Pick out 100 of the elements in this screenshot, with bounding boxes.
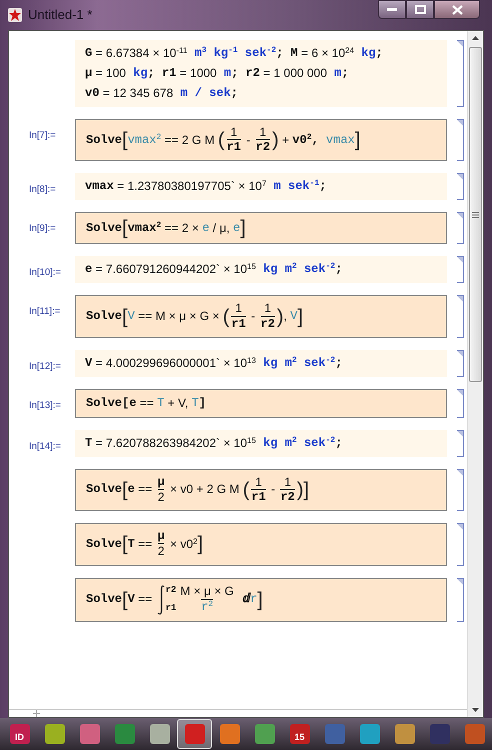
plus-icon[interactable]: [33, 710, 40, 717]
operator-text: =: [300, 46, 310, 61]
code-cell[interactable]: T = 7.620788263984202` × 10$^{15}$ kg m$^{2}$ sek$^{-2}$;: [75, 430, 447, 457]
cell-bracket[interactable]: [457, 430, 464, 457]
input-cell[interactable]: Solve[vmax$^{2}$ == 2 × e / μ, e]: [75, 212, 447, 244]
code-cell[interactable]: V = 4.000299696000001` × 10$^{13}$ kg m$^{2}$ sek$^{-2}$;: [75, 350, 447, 377]
operator-text: =: [94, 356, 104, 371]
bracket-text: (: [218, 131, 225, 150]
taskbar-app-button[interactable]: [177, 719, 212, 749]
cell-bracket[interactable]: [457, 295, 464, 338]
minimize-button[interactable]: [378, 0, 406, 19]
code-text: μ: [157, 530, 165, 544]
operator-text: M × μ × G: [180, 585, 234, 598]
number-text: 6.67384: [106, 46, 150, 61]
code-text: e: [85, 262, 92, 278]
operator-text: =: [94, 66, 104, 81]
code-text: vmax: [85, 179, 114, 194]
code-text: G: [85, 46, 92, 61]
operator-text: × v0 + 2 G M: [169, 482, 240, 498]
bracket-text: ]: [257, 590, 263, 608]
code-text: r1: [231, 318, 246, 331]
input-label: In[12]:=: [28, 360, 62, 374]
bracket-text: [: [122, 308, 128, 326]
scrollbar-thumb[interactable]: [469, 47, 482, 382]
code-text: r2: [280, 490, 295, 504]
cell-bracket[interactable]: [457, 350, 464, 377]
symbol-text: vmax: [326, 132, 355, 148]
operator-text: ,: [284, 309, 288, 324]
code-cell[interactable]: vmax = 1.23780380197705` × 10$^{7}$ m sek$^{-1}$;: [75, 173, 447, 200]
number-text: 7.660791260944202` × 10$^{15}$: [106, 262, 256, 278]
operator-text: ==: [137, 536, 154, 552]
unit-text: kg: [360, 46, 376, 61]
cell-bracket[interactable]: [457, 388, 464, 418]
cell-bracket[interactable]: [457, 40, 464, 107]
code-text: v0$^{2}$,: [292, 132, 320, 148]
operator-text: =: [116, 179, 126, 194]
symbol-text: e: [233, 220, 240, 235]
cell-bracket[interactable]: [457, 468, 464, 512]
operator-text: / μ,: [212, 220, 231, 236]
window-title: Untitled-1 *: [28, 6, 92, 24]
operator-text: +: [281, 132, 290, 148]
number-text: 7.620788263984202` × 10$^{15}$: [106, 436, 256, 451]
code-text: Solve: [86, 132, 122, 148]
input-label: In[11]:=: [28, 305, 62, 320]
code-cell[interactable]: e = 7.660791260944202` × 10$^{15}$ kg m$^{2}$ sek$^{-2}$;: [75, 256, 447, 284]
cell-bracket[interactable]: [457, 212, 464, 244]
unit-text: m$^{3}$ kg$^{-1}$ sek$^{-2}$: [193, 46, 276, 61]
bracket-text: ]: [354, 131, 360, 150]
unit-text: kg: [132, 66, 148, 81]
cell-bracket[interactable]: [457, 523, 464, 566]
number-text: 1: [235, 302, 242, 316]
unit-text: kg m$^{2}$ sek$^{-2}$: [262, 436, 336, 451]
operator-text: ==: [138, 396, 155, 411]
operator-text: -: [270, 482, 276, 498]
code-text: r1: [251, 490, 266, 504]
number-text: 1: [284, 476, 291, 489]
operator-text: == 2 ×: [164, 220, 200, 236]
symbol-text: r$^{2}$: [201, 600, 214, 614]
code-text: vmax$^{2}$: [128, 220, 162, 236]
code-text: ; r1: [148, 66, 176, 81]
operator-text: + V,: [166, 396, 190, 411]
number-text: 1.23780380197705` × 10$^{7}$: [128, 179, 266, 194]
limit-text: r1: [165, 603, 176, 614]
symbol-text: V: [128, 309, 135, 324]
operator-text: ==: [137, 482, 154, 498]
code-text: T: [85, 436, 92, 451]
app-logo-icon: [8, 8, 22, 22]
cell-bracket[interactable]: [457, 256, 464, 284]
operator-text: =: [178, 66, 188, 81]
operator-text: =: [94, 46, 104, 61]
code-cell[interactable]: G = 6.67384 × 10$^{-11}$ m$^{3}$ kg$^{-1}$ sek$^{-2}$; M = 6 × 10$^{24}$ kg; μ = 100 kg; r1 = 1000 m; r2 = 1 000 000 m; v0 = 12 345 678 m / sek;: [75, 40, 447, 107]
code-text: ⅆ: [242, 592, 250, 607]
number-text: 1 000 000: [274, 66, 328, 81]
number-text: 2: [158, 490, 164, 504]
bracket-text: [: [122, 219, 128, 238]
code-text: r2: [260, 318, 275, 331]
input-label: In[8]:=: [28, 183, 57, 198]
symbol-text: vmax$^{2}$: [128, 132, 162, 148]
bracket-text: ]: [297, 308, 304, 326]
cell-bracket[interactable]: [457, 119, 464, 162]
number-text: 1: [255, 476, 262, 489]
close-button[interactable]: [434, 0, 480, 19]
bracket-text: ]: [197, 535, 204, 554]
input-label: In[7]:=: [28, 129, 57, 143]
bracket-text: ]: [240, 219, 246, 238]
operator-text: -: [250, 309, 256, 324]
code-text: r1: [226, 141, 241, 154]
close-icon: [452, 4, 462, 14]
taskbar-app-button[interactable]: ID: [2, 719, 37, 749]
bracket-text: [: [122, 131, 128, 150]
number-text: 1: [264, 302, 272, 316]
maximize-button[interactable]: [406, 0, 434, 19]
input-cell[interactable]: Solve[e == T + V, T]: [75, 388, 447, 418]
taskbar-app-button[interactable]: 15: [282, 719, 317, 749]
app-icon: 15: [290, 724, 310, 744]
cell-bracket[interactable]: [457, 578, 464, 622]
maximize-icon: [414, 5, 426, 14]
code-text: ]: [198, 396, 206, 411]
symbol-text: e: [202, 220, 210, 236]
cell-bracket[interactable]: [457, 173, 464, 200]
